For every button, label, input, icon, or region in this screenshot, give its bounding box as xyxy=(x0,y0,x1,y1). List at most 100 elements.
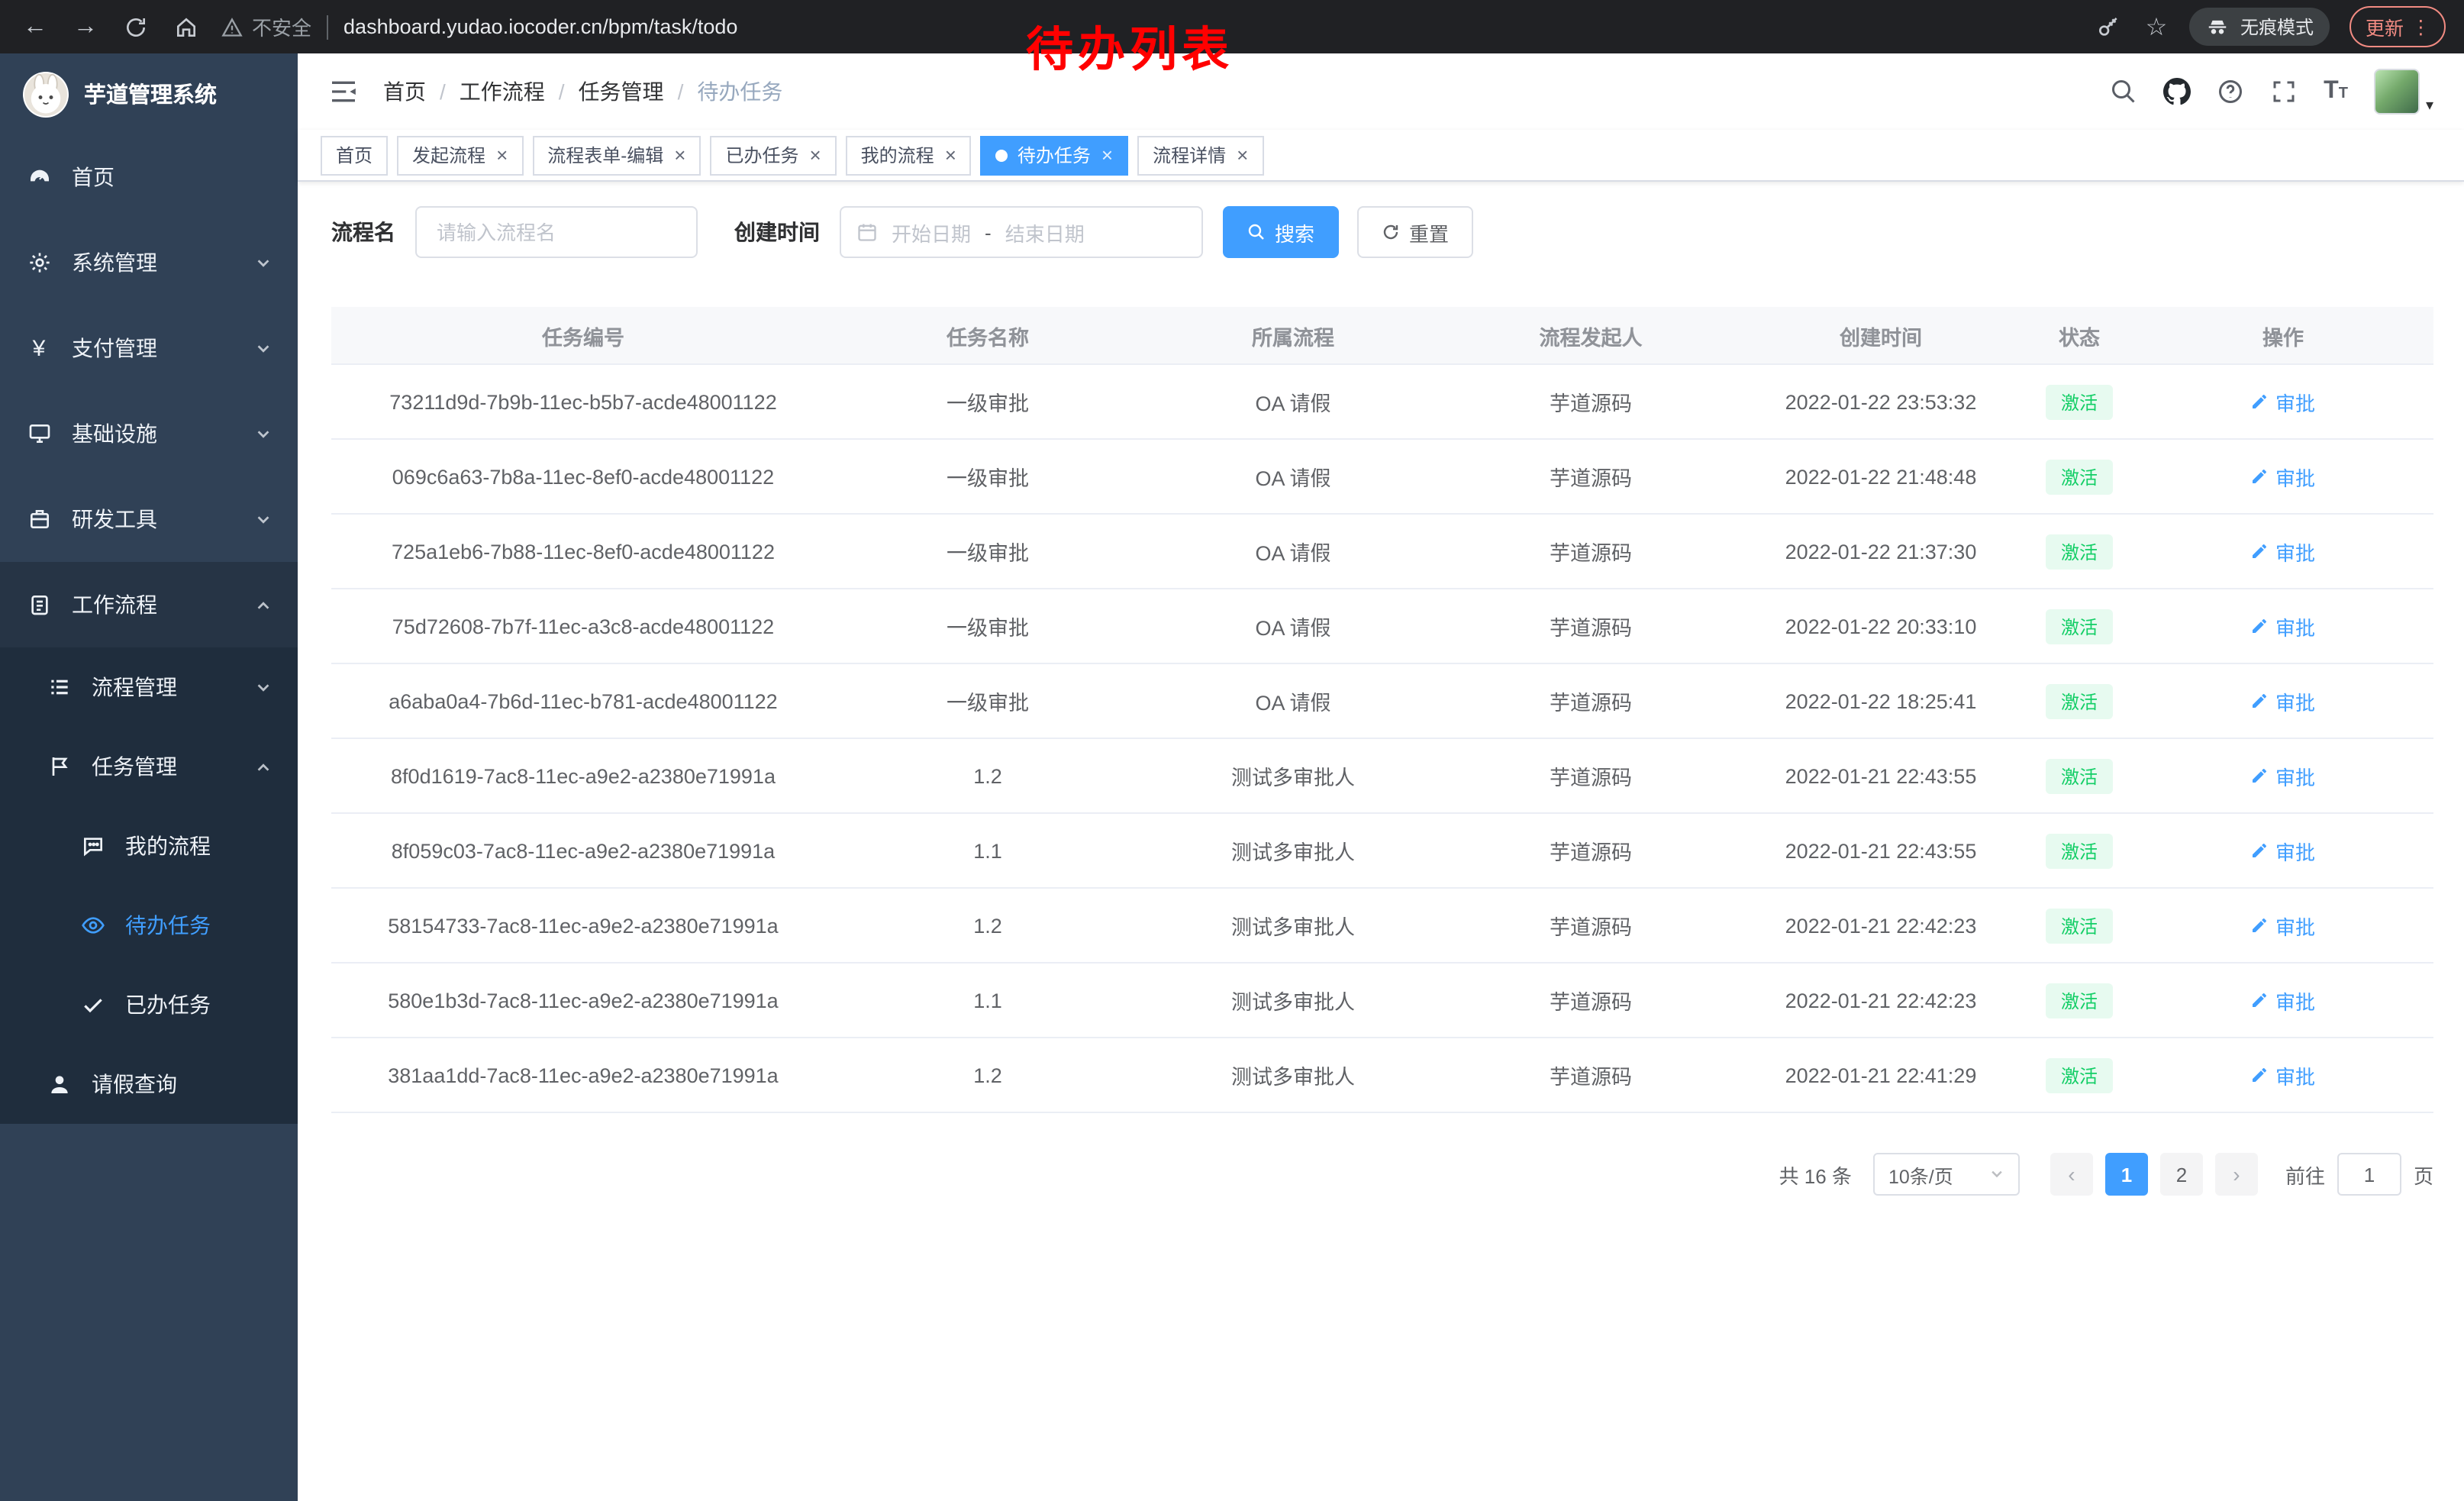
approve-button[interactable]: 审批 xyxy=(2251,387,2315,416)
cell-process: OA 请假 xyxy=(1140,536,1446,567)
sidebar-item-home[interactable]: 首页 xyxy=(0,134,298,220)
total-count: 共 16 条 xyxy=(1779,1160,1852,1189)
sidebar-item-label: 研发工具 xyxy=(72,504,157,534)
cell-task-id: 381aa1dd-7ac8-11ec-a9e2-a2380e71991a xyxy=(331,1064,835,1086)
prev-page-button[interactable]: ‹ xyxy=(2050,1153,2093,1196)
sidebar-item-done-task[interactable]: 已办任务 xyxy=(0,965,298,1044)
sidebar-item-payment[interactable]: ¥ 支付管理 xyxy=(0,305,298,391)
sidebar-item-task-mgmt[interactable]: 任务管理 xyxy=(0,727,298,806)
browser-nav-buttons: ← → xyxy=(0,13,221,40)
bookmark-star-icon[interactable]: ☆ xyxy=(2143,13,2170,40)
approve-button[interactable]: 审批 xyxy=(2251,462,2315,491)
page-button-1[interactable]: 1 xyxy=(2105,1153,2148,1196)
sidebar-item-leave-query[interactable]: 请假查询 xyxy=(0,1044,298,1124)
cell-process: OA 请假 xyxy=(1140,386,1446,417)
kebab-menu-icon[interactable]: ⋮ xyxy=(2411,15,2430,38)
close-icon[interactable]: × xyxy=(1101,144,1113,166)
breadcrumb-home[interactable]: 首页 xyxy=(383,76,446,107)
chevron-down-icon xyxy=(1989,1167,2004,1182)
cell-status: 激活 xyxy=(2026,758,2133,793)
sidebar-item-devtools[interactable]: 研发工具 xyxy=(0,476,298,562)
approve-button[interactable]: 审批 xyxy=(2251,836,2315,865)
cell-task-id: 069c6a63-7b8a-11ec-8ef0-acde48001122 xyxy=(331,465,835,488)
tab-label: 发起流程 xyxy=(412,142,485,168)
approve-button[interactable]: 审批 xyxy=(2251,761,2315,790)
cell-task-name: 1.2 xyxy=(835,1064,1140,1086)
refresh-icon[interactable] xyxy=(122,13,150,40)
fullscreen-icon[interactable] xyxy=(2270,78,2298,105)
cell-status: 激活 xyxy=(2026,534,2133,569)
main-area: 首页 工作流程 任务管理 待办任务 TT ▾ 首页发起流 xyxy=(298,53,2464,1501)
back-icon[interactable]: ← xyxy=(21,13,49,40)
close-icon[interactable]: × xyxy=(945,144,956,166)
sidebar-toggle-icon[interactable] xyxy=(328,76,359,107)
view-tab[interactable]: 待办任务 × xyxy=(981,135,1128,175)
table-row: 580e1b3d-7ac8-11ec-a9e2-a2380e71991a1.1测… xyxy=(331,964,2433,1038)
security-indicator[interactable]: 不安全 xyxy=(221,12,311,41)
page-url[interactable]: dashboard.yudao.iocoder.cn/bpm/task/todo xyxy=(343,15,737,38)
view-tab[interactable]: 流程详情× xyxy=(1137,135,1263,175)
close-icon[interactable]: × xyxy=(674,144,685,166)
search-button[interactable]: 搜索 xyxy=(1223,206,1339,258)
search-icon[interactable] xyxy=(2110,78,2137,105)
date-range-picker[interactable]: 开始日期 - 结束日期 xyxy=(840,206,1203,258)
key-icon[interactable] xyxy=(2095,13,2123,40)
sidebar-item-process-mgmt[interactable]: 流程管理 xyxy=(0,647,298,727)
close-icon[interactable]: × xyxy=(1237,144,1248,166)
end-date-placeholder: 结束日期 xyxy=(1005,218,1085,247)
approve-button[interactable]: 审批 xyxy=(2251,986,2315,1015)
next-page-button[interactable]: › xyxy=(2215,1153,2258,1196)
approve-button[interactable]: 审批 xyxy=(2251,537,2315,566)
approve-button[interactable]: 审批 xyxy=(2251,612,2315,641)
page-size-select[interactable]: 10条/页 xyxy=(1873,1153,2020,1196)
sidebar-item-workflow[interactable]: 工作流程 xyxy=(0,562,298,647)
app-logo[interactable]: 芋道管理系统 xyxy=(0,53,298,134)
cell-task-name: 1.2 xyxy=(835,764,1140,787)
goto-page-input[interactable] xyxy=(2337,1153,2401,1196)
cell-task-name: 一级审批 xyxy=(835,686,1140,716)
cell-status: 激活 xyxy=(2026,683,2133,718)
breadcrumb-task-mgmt[interactable]: 任务管理 xyxy=(579,76,684,107)
forward-icon[interactable]: → xyxy=(72,13,99,40)
sidebar-item-infra[interactable]: 基础设施 xyxy=(0,391,298,476)
view-tab[interactable]: 已办任务 × xyxy=(710,135,836,175)
clipboard-icon xyxy=(26,592,52,617)
tab-label: 待办任务 xyxy=(1018,142,1091,168)
status-badge: 激活 xyxy=(2046,908,2113,943)
view-tab[interactable]: 首页 xyxy=(321,135,388,175)
approve-button[interactable]: 审批 xyxy=(2251,686,2315,715)
home-icon[interactable] xyxy=(173,13,200,40)
address-bar[interactable]: 不安全 dashboard.yudao.iocoder.cn/bpm/task/… xyxy=(221,12,2077,41)
page-button-2[interactable]: 2 xyxy=(2160,1153,2203,1196)
close-icon[interactable]: × xyxy=(809,144,821,166)
reset-button[interactable]: 重置 xyxy=(1357,206,1473,258)
close-icon[interactable]: × xyxy=(496,144,508,166)
cell-action: 审批 xyxy=(2133,612,2433,641)
github-icon[interactable] xyxy=(2163,78,2191,105)
sidebar: 芋道管理系统 首页 系统管理 ¥ 支付管理 xyxy=(0,53,298,1501)
screenshot-root: 待办列表 ← → 不安全 dashboard.yudao.iocoder.cn/… xyxy=(0,0,2464,1501)
sidebar-item-system[interactable]: 系统管理 xyxy=(0,220,298,305)
cell-task-name: 一级审批 xyxy=(835,611,1140,641)
process-name-input[interactable] xyxy=(415,206,698,258)
help-icon[interactable] xyxy=(2217,78,2244,105)
header-process: 所属流程 xyxy=(1140,320,1446,350)
security-label: 不安全 xyxy=(252,12,311,41)
approve-button[interactable]: 审批 xyxy=(2251,911,2315,940)
cell-process: OA 请假 xyxy=(1140,686,1446,716)
user-menu[interactable]: ▾ xyxy=(2374,69,2433,115)
view-tab[interactable]: 我的流程× xyxy=(846,135,972,175)
avatar[interactable] xyxy=(2374,69,2420,115)
pagination: 共 16 条 10条/页 ‹ 1 2 › 前往 页 xyxy=(331,1153,2433,1196)
view-tab[interactable]: 流程表单-编辑× xyxy=(532,135,701,175)
font-size-icon[interactable]: TT xyxy=(2324,78,2348,105)
breadcrumb-workflow[interactable]: 工作流程 xyxy=(460,76,565,107)
approve-button[interactable]: 审批 xyxy=(2251,1060,2315,1089)
search-icon xyxy=(1247,223,1266,241)
cell-created-time: 2022-01-21 22:43:55 xyxy=(1736,764,2026,787)
update-button[interactable]: 更新 ⋮ xyxy=(2350,6,2446,47)
sidebar-item-todo-task[interactable]: 待办任务 xyxy=(0,886,298,965)
tab-label: 已办任务 xyxy=(725,142,798,168)
view-tab[interactable]: 发起流程 × xyxy=(397,135,523,175)
sidebar-item-my-process[interactable]: 我的流程 xyxy=(0,806,298,886)
